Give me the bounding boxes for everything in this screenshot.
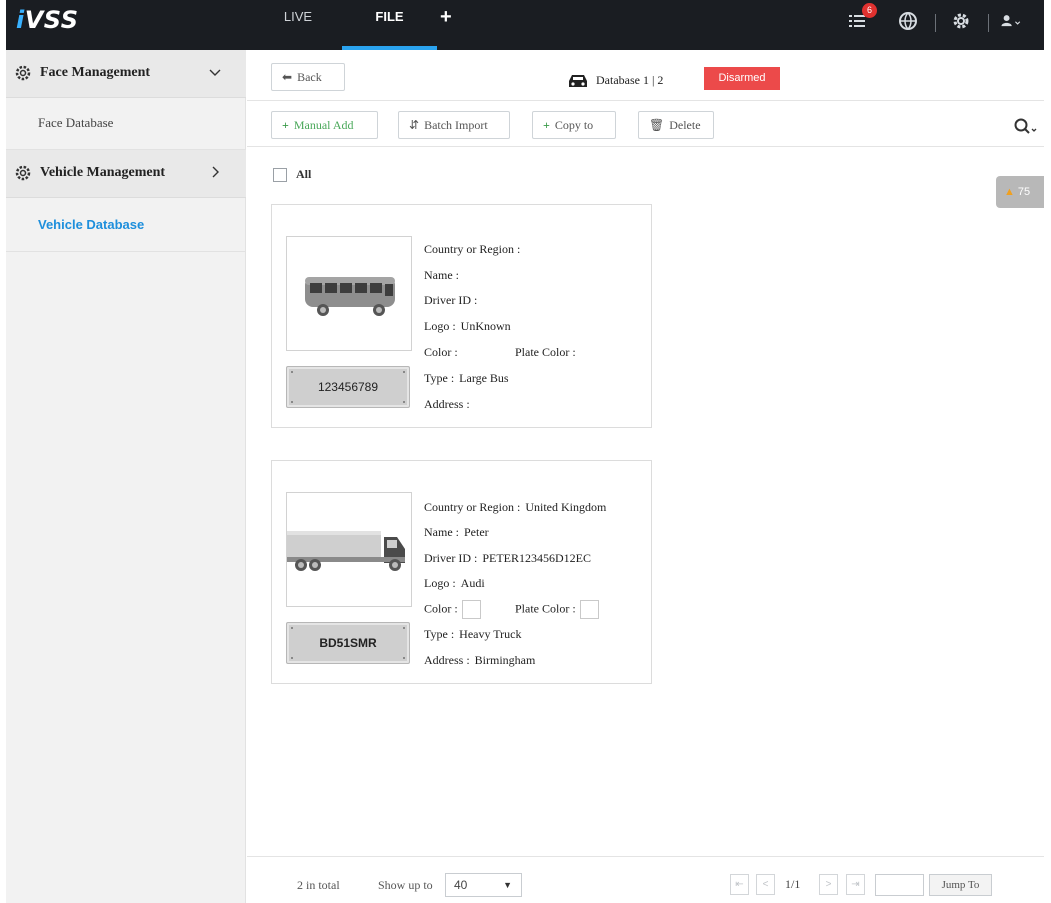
next-page-button[interactable]: >	[819, 874, 838, 895]
jump-to-button[interactable]: Jump To	[929, 874, 992, 896]
user-icon[interactable]	[1000, 10, 1030, 32]
search-icon[interactable]	[1012, 115, 1038, 137]
arrow-left-icon: ⬅	[282, 70, 293, 84]
plate-color-swatch	[579, 600, 599, 619]
vehicle-card[interactable]: BD51SMR Country or Region : United Kingdo…	[271, 460, 652, 684]
page-indicator: 1/1	[785, 877, 801, 891]
sidebar-group-label: Vehicle Management	[40, 165, 166, 180]
page-size-select[interactable]: 40 ▼	[445, 873, 522, 897]
sidebar-item-label: Vehicle Database	[38, 217, 145, 232]
chevron-down-icon	[209, 69, 221, 76]
batch-import-button[interactable]: ⇵ Batch Import	[398, 111, 510, 139]
copy-to-button[interactable]: + Copy to	[532, 111, 616, 139]
sidebar-group-face-management[interactable]: Face Management	[6, 50, 246, 98]
field-plate-color: Plate Color :	[515, 600, 599, 619]
dropdown-arrow-icon: ▼	[503, 880, 512, 890]
globe-icon[interactable]	[897, 10, 919, 32]
plate-number: BD51SMR	[319, 636, 377, 650]
sidebar-item-vehicle-database[interactable]: Vehicle Database	[6, 200, 246, 252]
sidebar-item-label: Face Database	[38, 115, 114, 130]
app-logo: iVSS	[16, 6, 79, 34]
database-title: Database 1 | 2	[566, 68, 663, 92]
gear-icon	[15, 65, 31, 81]
field-driver-id: Driver ID : PETER123456D12EC	[424, 551, 591, 565]
field-plate-color: Plate Color :	[515, 345, 576, 359]
manual-add-button[interactable]: + Manual Add	[271, 111, 378, 139]
divider	[247, 856, 1044, 857]
tab-live[interactable]: LIVE	[276, 0, 320, 50]
field-type: Type : Heavy Truck	[424, 627, 522, 641]
vehicle-card[interactable]: 123456789 Country or Region : Name : Dri…	[271, 204, 652, 428]
total-count: 2 in total	[297, 878, 340, 892]
tab-file[interactable]: FILE	[342, 0, 437, 50]
prev-page-button[interactable]: <	[756, 874, 775, 895]
delete-button[interactable]: 🗑 Delete	[638, 111, 714, 139]
field-country: Country or Region : United Kingdom	[424, 500, 607, 514]
field-address: Address : Birmingham	[424, 653, 536, 667]
field-name: Name :	[424, 268, 459, 282]
top-navigation-bar: iVSS	[6, 0, 1044, 50]
sidebar-group-label: Face Management	[40, 65, 151, 80]
bus-icon	[305, 277, 395, 316]
jump-page-input[interactable]	[875, 874, 924, 896]
plus-icon: +	[543, 118, 550, 132]
field-color: Color :	[424, 600, 481, 619]
plus-icon: +	[282, 118, 289, 132]
license-plate: 123456789	[286, 366, 410, 408]
field-logo: Logo : Audi	[424, 576, 485, 590]
sidebar-item-face-database[interactable]: Face Database	[6, 98, 246, 150]
chevron-right-icon	[212, 166, 219, 178]
alarm-count: 75	[1017, 186, 1031, 198]
field-type: Type : Large Bus	[424, 371, 509, 385]
settings-icon[interactable]	[950, 10, 972, 32]
color-swatch	[461, 600, 481, 619]
divider	[988, 14, 989, 32]
plate-number: 123456789	[317, 380, 379, 394]
car-icon	[569, 75, 587, 88]
show-up-to-label: Show up to	[378, 878, 433, 892]
field-name: Name : Peter	[424, 525, 489, 539]
license-plate: BD51SMR	[286, 622, 410, 664]
last-page-button[interactable]: ⇥	[846, 874, 865, 895]
select-all-label: All	[296, 167, 312, 181]
vehicle-photo	[286, 236, 412, 351]
select-all-checkbox[interactable]	[273, 168, 287, 182]
field-address: Address :	[424, 397, 470, 411]
divider	[247, 100, 1044, 101]
add-tab-button[interactable]: +	[440, 6, 452, 29]
field-driver-id: Driver ID :	[424, 293, 478, 307]
gear-icon	[15, 165, 31, 181]
import-icon: ⇵	[409, 118, 420, 132]
vehicle-photo	[286, 492, 412, 607]
sidebar-group-vehicle-management[interactable]: Vehicle Management	[6, 150, 246, 198]
field-color: Color :	[424, 345, 458, 359]
field-country: Country or Region :	[424, 242, 521, 256]
truck-icon	[287, 531, 405, 571]
divider	[247, 146, 1044, 147]
first-page-button[interactable]: ⇤	[730, 874, 749, 895]
warning-icon: ▲	[1004, 186, 1015, 198]
alarm-notification-tab[interactable]: ▲ 75	[996, 176, 1044, 208]
sidebar: Face Management Face Database Vehicle Ma…	[6, 50, 246, 903]
field-logo: Logo : UnKnown	[424, 319, 511, 333]
trash-icon: 🗑	[649, 118, 665, 132]
divider	[935, 14, 936, 32]
back-button[interactable]: ⬅ Back	[271, 63, 345, 91]
arming-status-badge: Disarmed	[704, 67, 780, 90]
notification-badge: 6	[862, 3, 877, 18]
